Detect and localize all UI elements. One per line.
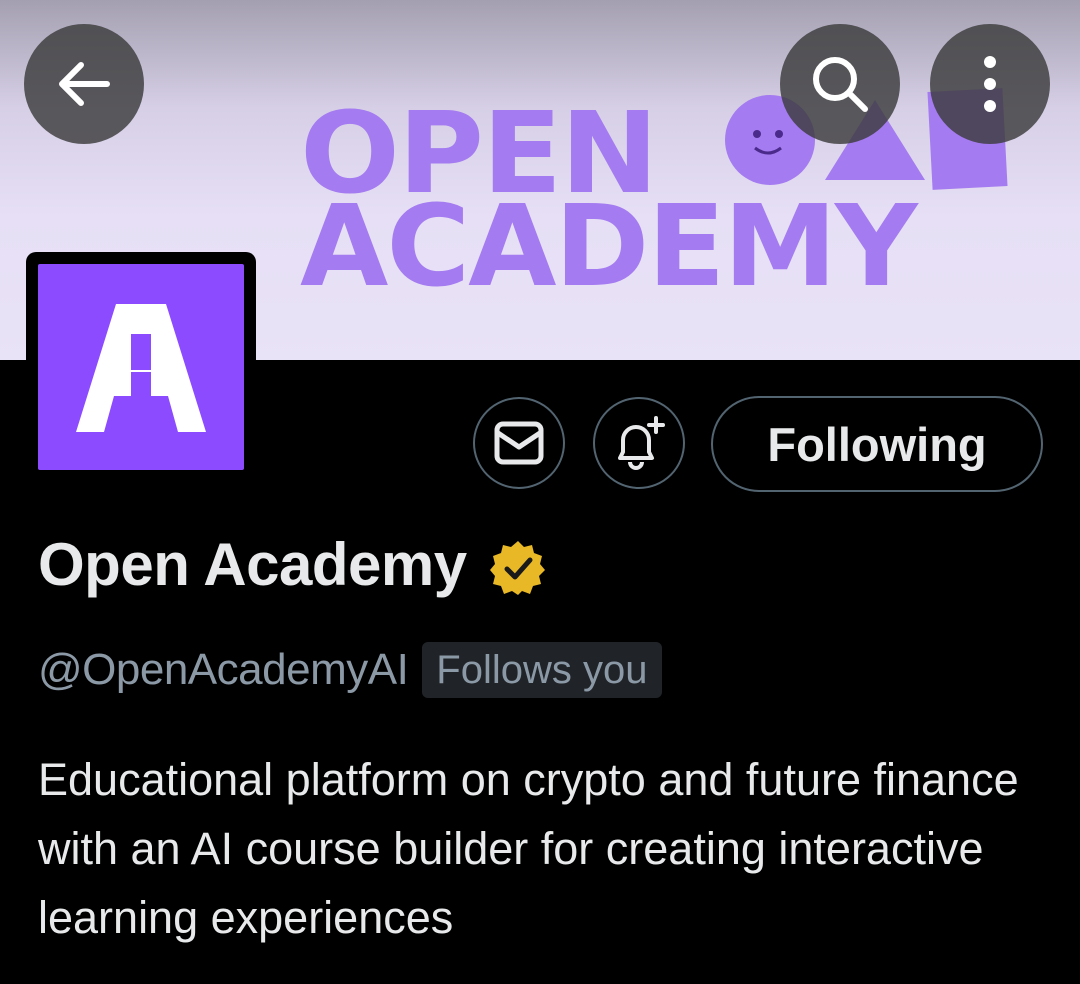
profile-bio: Educational platform on crypto and futur…	[38, 754, 1019, 943]
search-button[interactable]	[780, 24, 900, 144]
mail-icon	[494, 421, 544, 465]
avatar-logo	[38, 264, 244, 470]
arrow-left-icon	[59, 62, 110, 106]
academy-a-logo-icon	[76, 304, 206, 432]
profile-name: Open Academy	[38, 531, 467, 598]
more-vertical-icon	[984, 56, 996, 112]
notifications-button[interactable]	[593, 397, 685, 489]
back-button[interactable]	[24, 24, 144, 144]
bell-plus-icon	[618, 416, 665, 470]
profile-avatar[interactable]	[26, 252, 256, 482]
search-icon	[813, 57, 868, 112]
handle-row: @OpenAcademyAI Follows you	[38, 642, 662, 698]
follows-you-badge: Follows you	[422, 642, 662, 698]
banner-line-academy: ACADEMY	[300, 181, 918, 312]
more-button[interactable]	[930, 24, 1050, 144]
following-button[interactable]: Following	[711, 396, 1043, 492]
message-button[interactable]	[473, 397, 565, 489]
profile-name-row: Open Academy	[38, 530, 547, 599]
profile-handle: @OpenAcademyAI	[38, 645, 409, 694]
gold-verified-badge-icon[interactable]	[489, 539, 547, 597]
